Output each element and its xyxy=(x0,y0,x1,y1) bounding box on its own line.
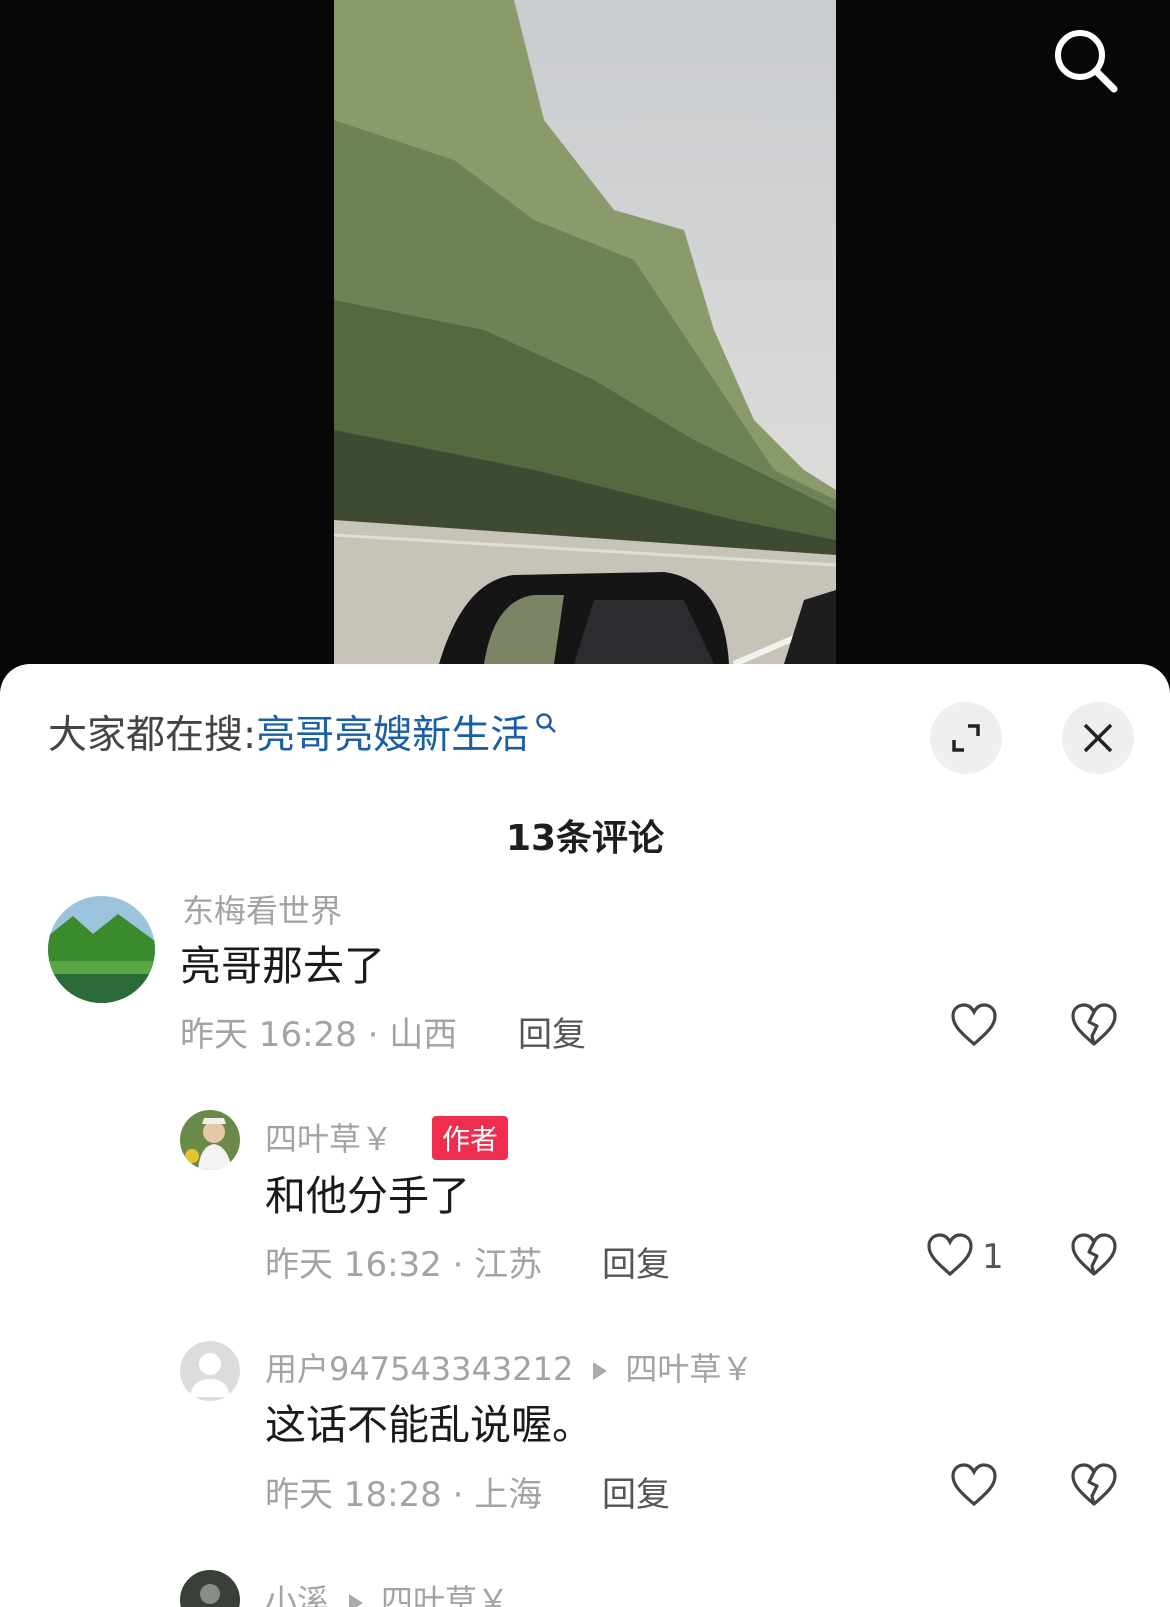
heart-icon xyxy=(927,1233,973,1277)
dislike-button[interactable] xyxy=(1070,1232,1118,1282)
reply-author[interactable]: 用户947543343212 xyxy=(265,1350,573,1388)
comment-text: 和他分手了 xyxy=(265,1172,470,1220)
avatar[interactable] xyxy=(180,1110,240,1170)
heart-icon xyxy=(951,1463,997,1507)
comment-username[interactable]: 四叶草￥ xyxy=(265,1114,393,1160)
dislike-button[interactable] xyxy=(1070,1002,1118,1052)
reply-arrow-icon xyxy=(349,1594,364,1607)
heart-icon xyxy=(951,1003,997,1047)
like-button[interactable] xyxy=(950,1002,998,1052)
expand-button[interactable] xyxy=(930,702,1002,774)
comment-text: 这话不能乱说喔。 xyxy=(265,1401,593,1449)
comment-sheet: 大家都在搜:亮哥亮嫂新生活 13条评论 东梅看世界 亮哥那去了 昨天 16:28… xyxy=(0,664,1170,1607)
avatar-person-image xyxy=(180,1110,240,1170)
comment-meta: 昨天 16:28 · 山西 xyxy=(180,1015,458,1055)
comment-username: 用户947543343212 四叶草￥ xyxy=(265,1344,753,1390)
comment-meta: 昨天 16:32 · 江苏 xyxy=(265,1245,543,1285)
hot-search-bar[interactable]: 大家都在搜:亮哥亮嫂新生活 xyxy=(48,704,557,760)
default-user-icon xyxy=(190,1353,230,1397)
video-frame xyxy=(334,0,836,664)
search-icon xyxy=(1055,30,1118,93)
broken-heart-icon xyxy=(1071,1233,1117,1276)
dislike-button[interactable] xyxy=(1070,1462,1118,1512)
reply-button[interactable]: 回复 xyxy=(518,1007,586,1056)
avatar[interactable] xyxy=(180,1341,240,1401)
like-button[interactable] xyxy=(926,1232,974,1282)
broken-heart-icon xyxy=(1071,1003,1117,1046)
hot-search-keyword[interactable]: 亮哥亮嫂新生活 xyxy=(256,713,529,758)
search-button[interactable] xyxy=(1050,25,1120,95)
avatar[interactable] xyxy=(48,896,155,1003)
close-icon xyxy=(1083,723,1113,753)
reply-button[interactable]: 回复 xyxy=(602,1237,670,1286)
comment-count: 13条评论 xyxy=(505,818,665,859)
author-badge: 作者 xyxy=(432,1116,509,1160)
reply-arrow-icon xyxy=(593,1362,608,1380)
comment-username[interactable]: 东梅看世界 xyxy=(182,886,342,932)
avatar-landscape-image xyxy=(48,896,155,1003)
reply-button[interactable]: 回复 xyxy=(602,1467,670,1516)
like-count: 1 xyxy=(982,1237,1004,1277)
comment-text: 亮哥那去了 xyxy=(180,942,385,990)
broken-heart-icon xyxy=(1071,1463,1117,1506)
reply-target[interactable]: 四叶草￥ xyxy=(381,1582,509,1607)
reply-target[interactable]: 四叶草￥ xyxy=(625,1350,753,1388)
avatar[interactable] xyxy=(180,1570,240,1607)
small-search-icon xyxy=(536,713,557,733)
video-player[interactable] xyxy=(0,0,1170,700)
reply-author[interactable]: 小溪 xyxy=(265,1582,329,1607)
comment-meta: 昨天 18:28 · 上海 xyxy=(265,1475,543,1515)
comment-username: 小溪 四叶草￥ xyxy=(265,1576,509,1607)
like-button[interactable] xyxy=(950,1462,998,1512)
hot-search-label: 大家都在搜: xyxy=(48,713,257,758)
avatar-photo-image xyxy=(180,1570,240,1607)
expand-icon xyxy=(952,724,980,752)
close-button[interactable] xyxy=(1062,702,1134,774)
